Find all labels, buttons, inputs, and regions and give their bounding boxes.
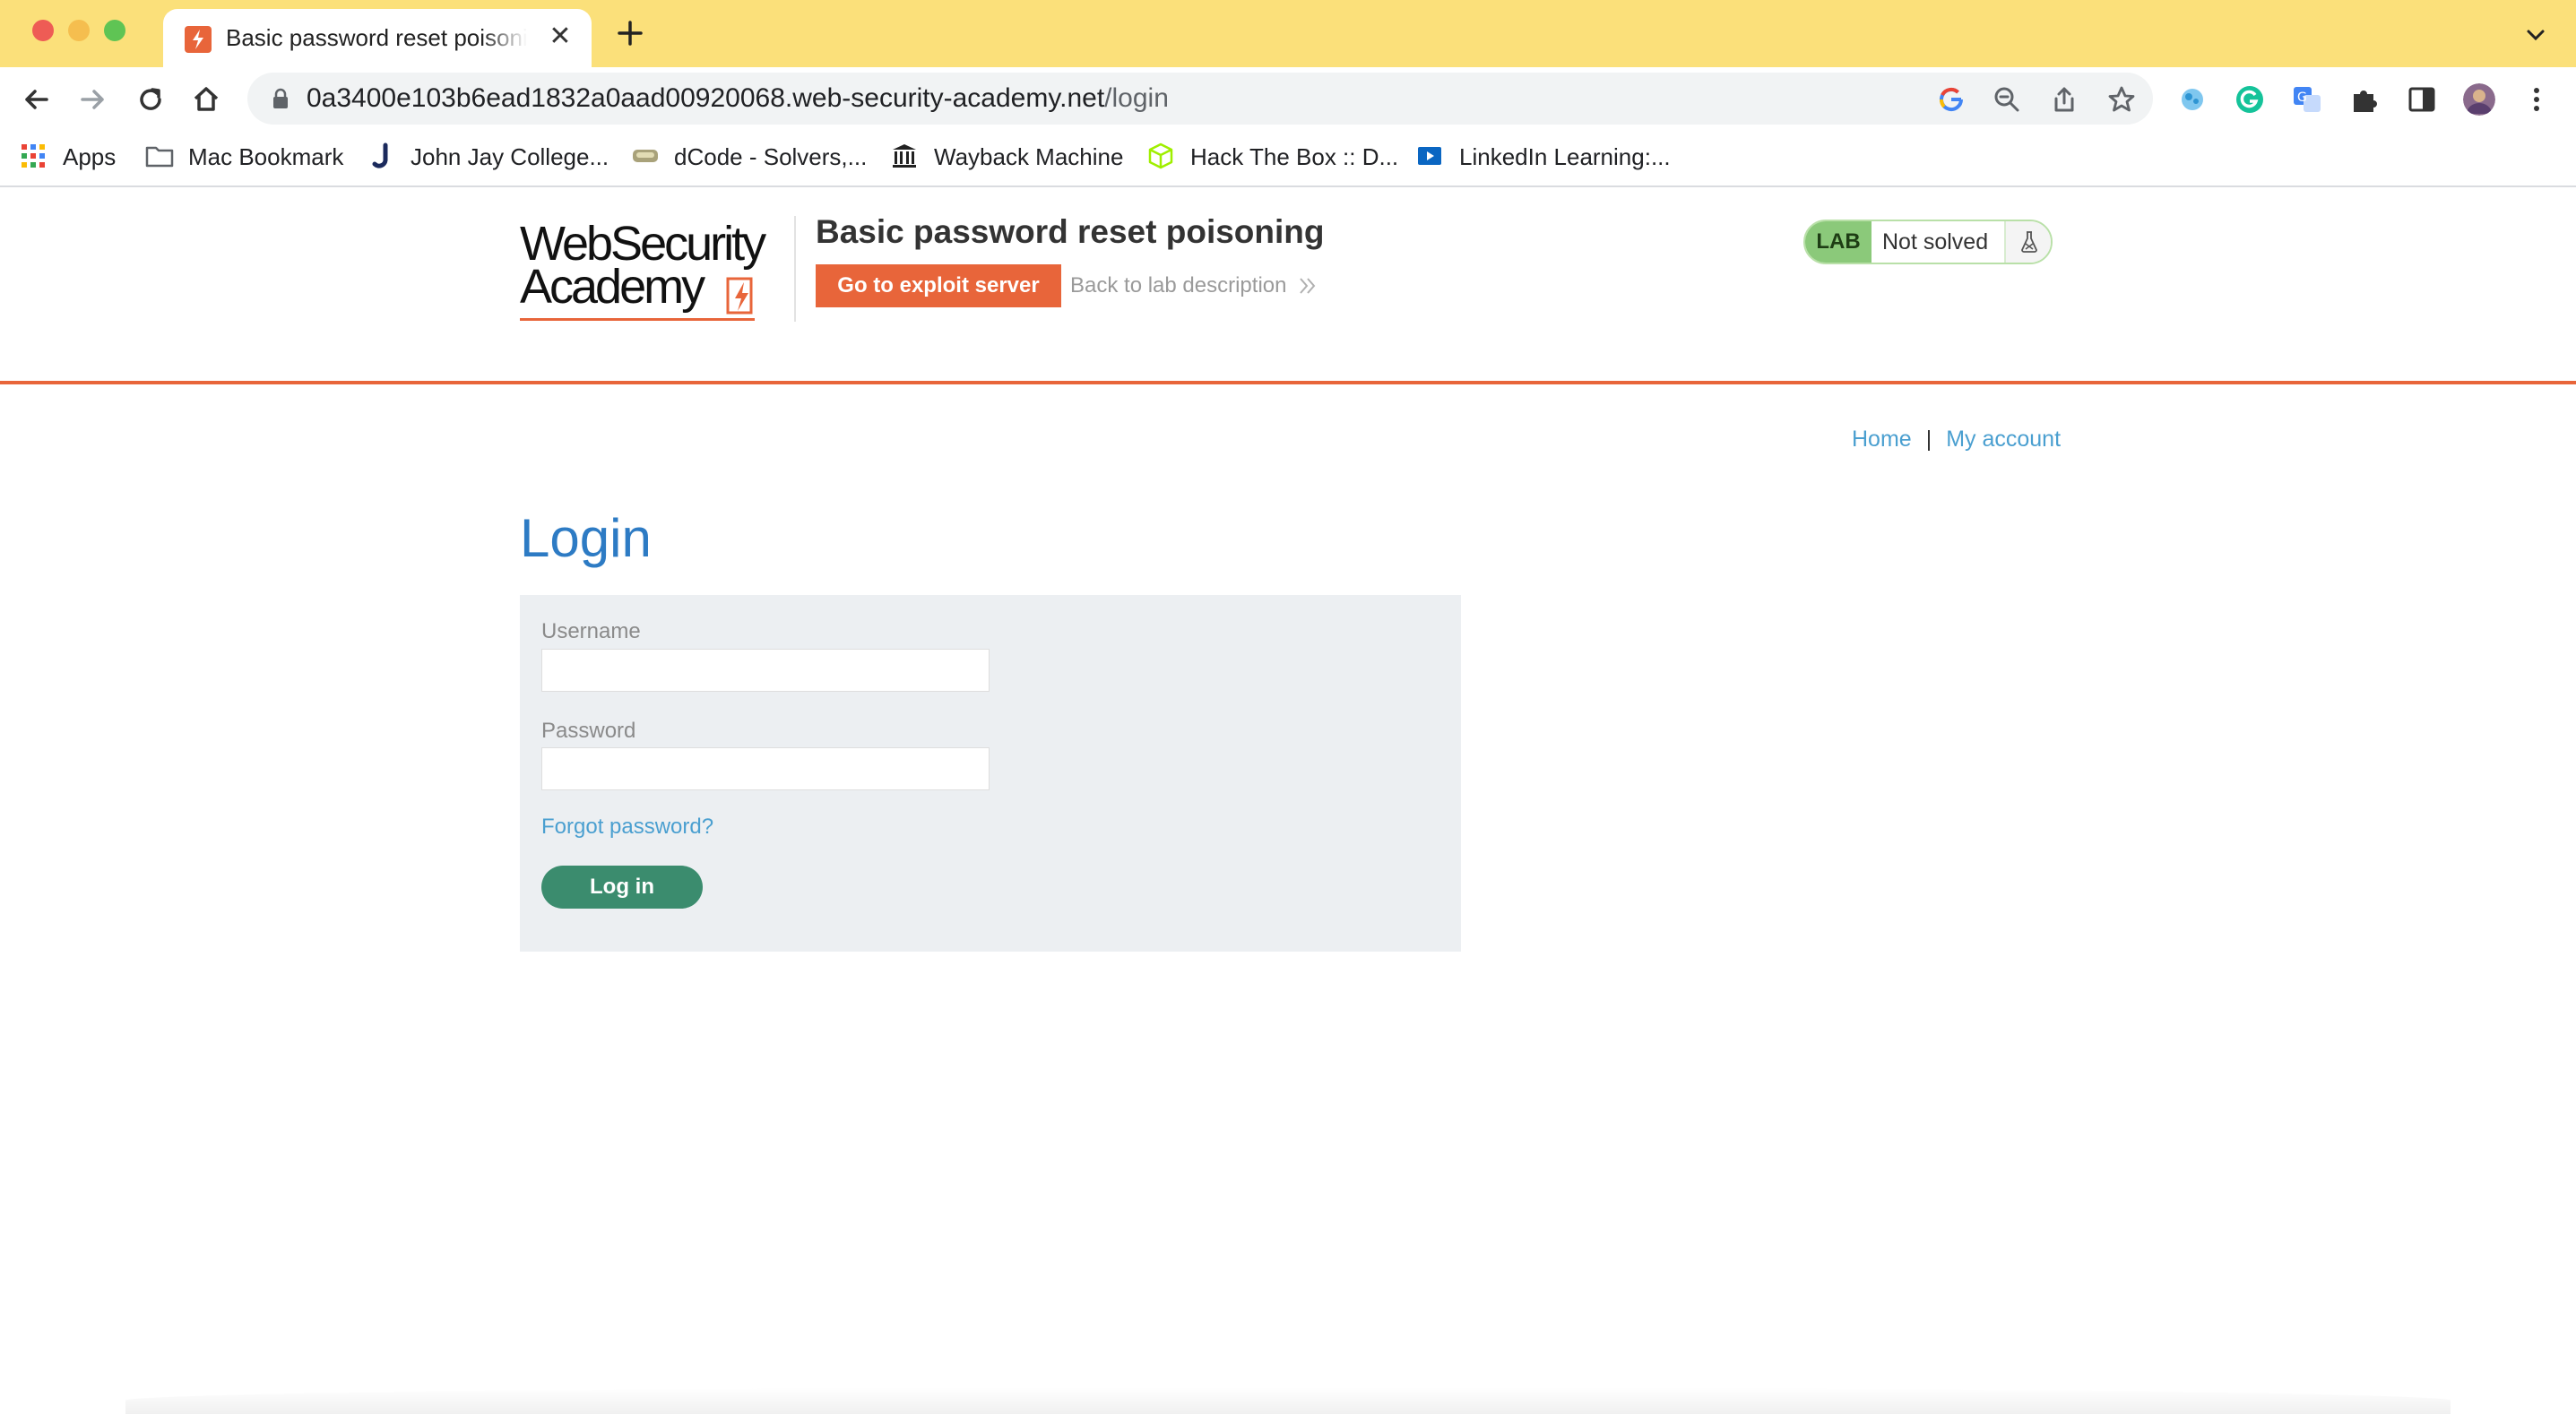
dcode-icon [631,142,658,169]
extension-blue-icon[interactable] [2176,83,2209,116]
page-title: Login [520,508,652,568]
password-label: Password [541,719,636,743]
bookmark-mac-bookmark[interactable]: Mac Bookmark [188,141,343,173]
tab-search-chevron-down-icon[interactable] [2522,22,2549,48]
header-divider [794,216,796,322]
web-security-academy-favicon-icon [185,26,212,53]
profile-avatar[interactable] [2463,83,2495,116]
login-form: Username Password Forgot password? Log i… [520,595,1461,952]
url-text[interactable]: 0a3400e103b6ead1832a0aad00920068.web-sec… [307,82,1169,116]
lock-icon[interactable] [271,88,290,109]
log-in-button[interactable]: Log in [541,866,703,909]
maximize-window-button[interactable] [104,20,125,41]
back-arrow-icon[interactable] [18,82,54,117]
logo-underline [520,318,755,321]
web-security-academy-logo[interactable]: WebSecurity Academy [520,216,789,323]
browser-toolbar: 0a3400e103b6ead1832a0aad00920068.web-sec… [0,67,2576,130]
lab-status-text: Not solved [1882,229,1989,254]
page-bottom-shadow [125,1387,2451,1414]
bookmark-dcode[interactable]: dCode - Solvers,... [674,141,867,173]
lab-badge: LAB [1805,221,1871,263]
apps-grid-icon [20,142,47,169]
folder-icon [145,142,174,169]
lab-header: WebSecurity Academy Basic password reset… [0,189,2576,384]
lab-status-widget: LAB Not solved [1803,220,2053,264]
bookmark-star-icon[interactable] [2106,84,2137,115]
close-tab-icon[interactable]: ✕ [547,23,574,50]
lab-flask-icon[interactable] [2004,221,2051,263]
new-tab-plus-icon[interactable] [615,18,645,48]
translate-icon[interactable]: G [2291,83,2323,116]
bookmark-hack-the-box[interactable]: Hack The Box :: D... [1190,141,1398,173]
browser-tab-active[interactable]: Basic password reset poisoning ✕ [163,9,592,67]
minimize-window-button[interactable] [68,20,90,41]
grammarly-icon[interactable] [2234,83,2266,116]
svg-text:G: G [2297,91,2307,105]
wayback-icon [891,142,918,169]
tab-strip: Basic password reset poisoning ✕ [0,0,2576,67]
nav-separator: | [1925,427,1932,452]
address-bar[interactable]: 0a3400e103b6ead1832a0aad00920068.web-sec… [247,73,2153,125]
bookmarks-bar: Apps Mac Bookmark John Jay College... dC… [0,130,2576,187]
logo-bolt-icon [724,273,762,318]
url-path: /login [1104,83,1169,113]
go-to-exploit-server-button[interactable]: Go to exploit server [816,264,1061,307]
extensions-puzzle-icon[interactable] [2348,83,2381,116]
home-icon[interactable] [188,82,224,117]
lab-title: Basic password reset poisoning [816,213,1325,250]
account-nav: Home | My account [1852,425,2061,453]
forward-arrow-icon[interactable] [75,82,111,117]
reload-icon[interactable] [133,82,169,117]
side-panel-icon[interactable] [2406,83,2438,116]
john-jay-icon [369,142,396,169]
browser-menu-kebab-icon[interactable] [2520,83,2553,116]
url-host: 0a3400e103b6ead1832a0aad00920068.web-sec… [307,83,1105,113]
double-chevron-right-icon[interactable] [1298,275,1318,297]
username-input[interactable] [541,649,990,692]
my-account-link[interactable]: My account [1946,427,2061,452]
google-g-icon[interactable] [1936,84,1967,115]
close-window-button[interactable] [32,20,54,41]
password-input[interactable] [541,747,990,790]
back-to-lab-description-link[interactable]: Back to lab description [1070,272,1286,299]
share-icon[interactable] [2049,84,2079,115]
home-link[interactable]: Home [1852,427,1912,452]
tab-title: Basic password reset poisoning [226,24,527,51]
username-label: Username [541,619,641,643]
bookmark-linkedin-learning[interactable]: LinkedIn Learning:... [1459,141,1671,173]
bookmark-john-jay[interactable]: John Jay College... [411,141,609,173]
browser-window: Basic password reset poisoning ✕ 0a3400e… [0,0,2576,1414]
forgot-password-link[interactable]: Forgot password? [541,814,713,841]
bookmark-wayback-machine[interactable]: Wayback Machine [934,141,1123,173]
bookmark-apps[interactable]: Apps [63,141,116,173]
hackthebox-icon [1147,142,1174,169]
zoom-icon[interactable] [1992,84,2022,115]
logo-text-line2: Academy [520,260,705,314]
linkedin-learning-icon [1416,142,1443,169]
